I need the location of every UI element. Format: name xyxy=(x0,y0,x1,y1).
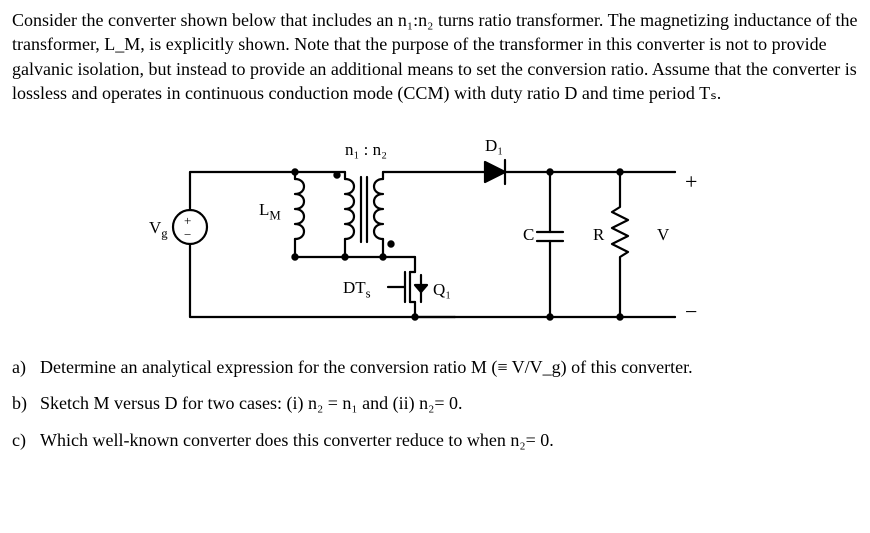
label-v: V xyxy=(657,224,669,247)
problem-statement: Consider the converter shown below that … xyxy=(12,8,858,105)
question-text: Determine an analytical expression for t… xyxy=(40,355,858,379)
label-minus: − xyxy=(685,297,697,327)
label-d1: D₁ xyxy=(485,135,503,158)
label-src-minus: − xyxy=(184,226,191,244)
question-a: a) Determine an analytical expression fo… xyxy=(12,355,858,379)
circuit-figure: n₁ : n₂ D₁ LM Vg + − DTs Q₁ C R V + − xyxy=(12,117,858,337)
label-turns-ratio: n₁ : n₂ xyxy=(345,139,387,162)
label-q1: Q₁ xyxy=(433,279,451,302)
question-label: b) xyxy=(12,391,40,415)
question-text: Which well-known converter does this con… xyxy=(40,428,858,452)
question-c: c) Which well-known converter does this … xyxy=(12,428,858,452)
label-dts: DTs xyxy=(343,277,371,303)
circuit-svg xyxy=(145,117,725,337)
label-lm: LM xyxy=(259,199,281,225)
question-label: c) xyxy=(12,428,40,452)
label-r: R xyxy=(593,224,604,247)
question-b: b) Sketch M versus D for two cases: (i) … xyxy=(12,391,858,415)
label-plus: + xyxy=(685,167,697,197)
questions-list: a) Determine an analytical expression fo… xyxy=(12,355,858,452)
question-text: Sketch M versus D for two cases: (i) n₂ … xyxy=(40,391,858,415)
label-vg: Vg xyxy=(149,217,168,243)
question-label: a) xyxy=(12,355,40,379)
label-c: C xyxy=(523,224,534,247)
